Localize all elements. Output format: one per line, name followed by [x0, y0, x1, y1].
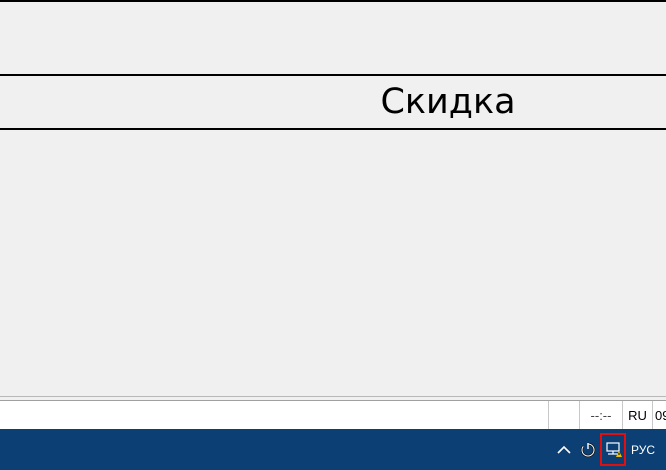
top-panel [0, 2, 666, 74]
status-bar: --:-- RU 09 [0, 400, 666, 429]
network-tray-button[interactable] [598, 429, 628, 470]
power-tray-button[interactable] [578, 429, 598, 470]
taskbar: РУС [0, 429, 666, 470]
main-bottom-divider [0, 396, 666, 397]
status-language: RU [622, 401, 652, 429]
show-hidden-icons-button[interactable] [553, 429, 575, 470]
status-empty-cell [548, 401, 579, 429]
status-main-cell [0, 401, 548, 429]
discount-label: Скидка [380, 82, 516, 122]
network-icon [606, 441, 622, 457]
status-clipped-value: 09 [652, 401, 666, 429]
status-time: --:-- [579, 401, 622, 429]
discount-row: Скидка [0, 76, 666, 128]
main-area [0, 130, 666, 396]
language-indicator[interactable]: РУС [628, 429, 658, 470]
chevron-up-icon [557, 445, 571, 454]
network-highlight-box [600, 433, 626, 466]
power-icon [580, 442, 596, 457]
